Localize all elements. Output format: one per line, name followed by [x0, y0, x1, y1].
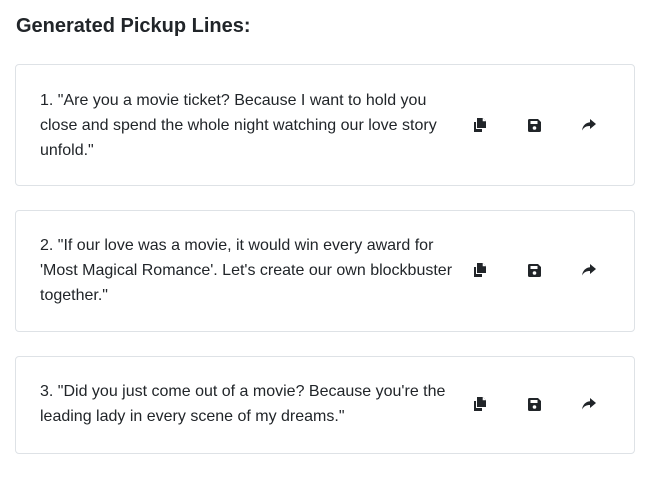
pickup-line-actions: [464, 113, 614, 137]
save-icon: [527, 263, 541, 277]
copy-button[interactable]: [466, 392, 494, 416]
share-button[interactable]: [575, 113, 603, 137]
share-icon: [582, 264, 596, 276]
save-button[interactable]: [520, 258, 548, 282]
pickup-line-text: 1. "Are you a movie ticket? Because I wa…: [40, 92, 437, 159]
pickup-line-text: 2. "If our love was a movie, it would wi…: [40, 237, 453, 304]
pickup-line-actions: [464, 258, 614, 282]
pickup-line-text: 3. "Did you just come out of a movie? Be…: [40, 383, 446, 425]
share-button[interactable]: [575, 258, 603, 282]
copy-icon: [474, 263, 486, 277]
save-icon: [527, 397, 541, 411]
share-icon: [582, 398, 596, 410]
pickup-line-card: 2. "If our love was a movie, it would wi…: [15, 210, 635, 332]
save-icon: [527, 118, 541, 132]
copy-icon: [474, 118, 486, 132]
pickup-line-card: 1. "Are you a movie ticket? Because I wa…: [15, 64, 635, 186]
share-icon: [582, 119, 596, 131]
pickup-line-card: 3. "Did you just come out of a movie? Be…: [15, 356, 635, 454]
copy-button[interactable]: [466, 113, 494, 137]
copy-button[interactable]: [466, 258, 494, 282]
share-button[interactable]: [575, 392, 603, 416]
page-title: Generated Pickup Lines:: [16, 15, 251, 37]
save-button[interactable]: [520, 113, 548, 137]
copy-icon: [474, 397, 486, 411]
save-button[interactable]: [520, 392, 548, 416]
pickup-line-actions: [464, 392, 614, 416]
